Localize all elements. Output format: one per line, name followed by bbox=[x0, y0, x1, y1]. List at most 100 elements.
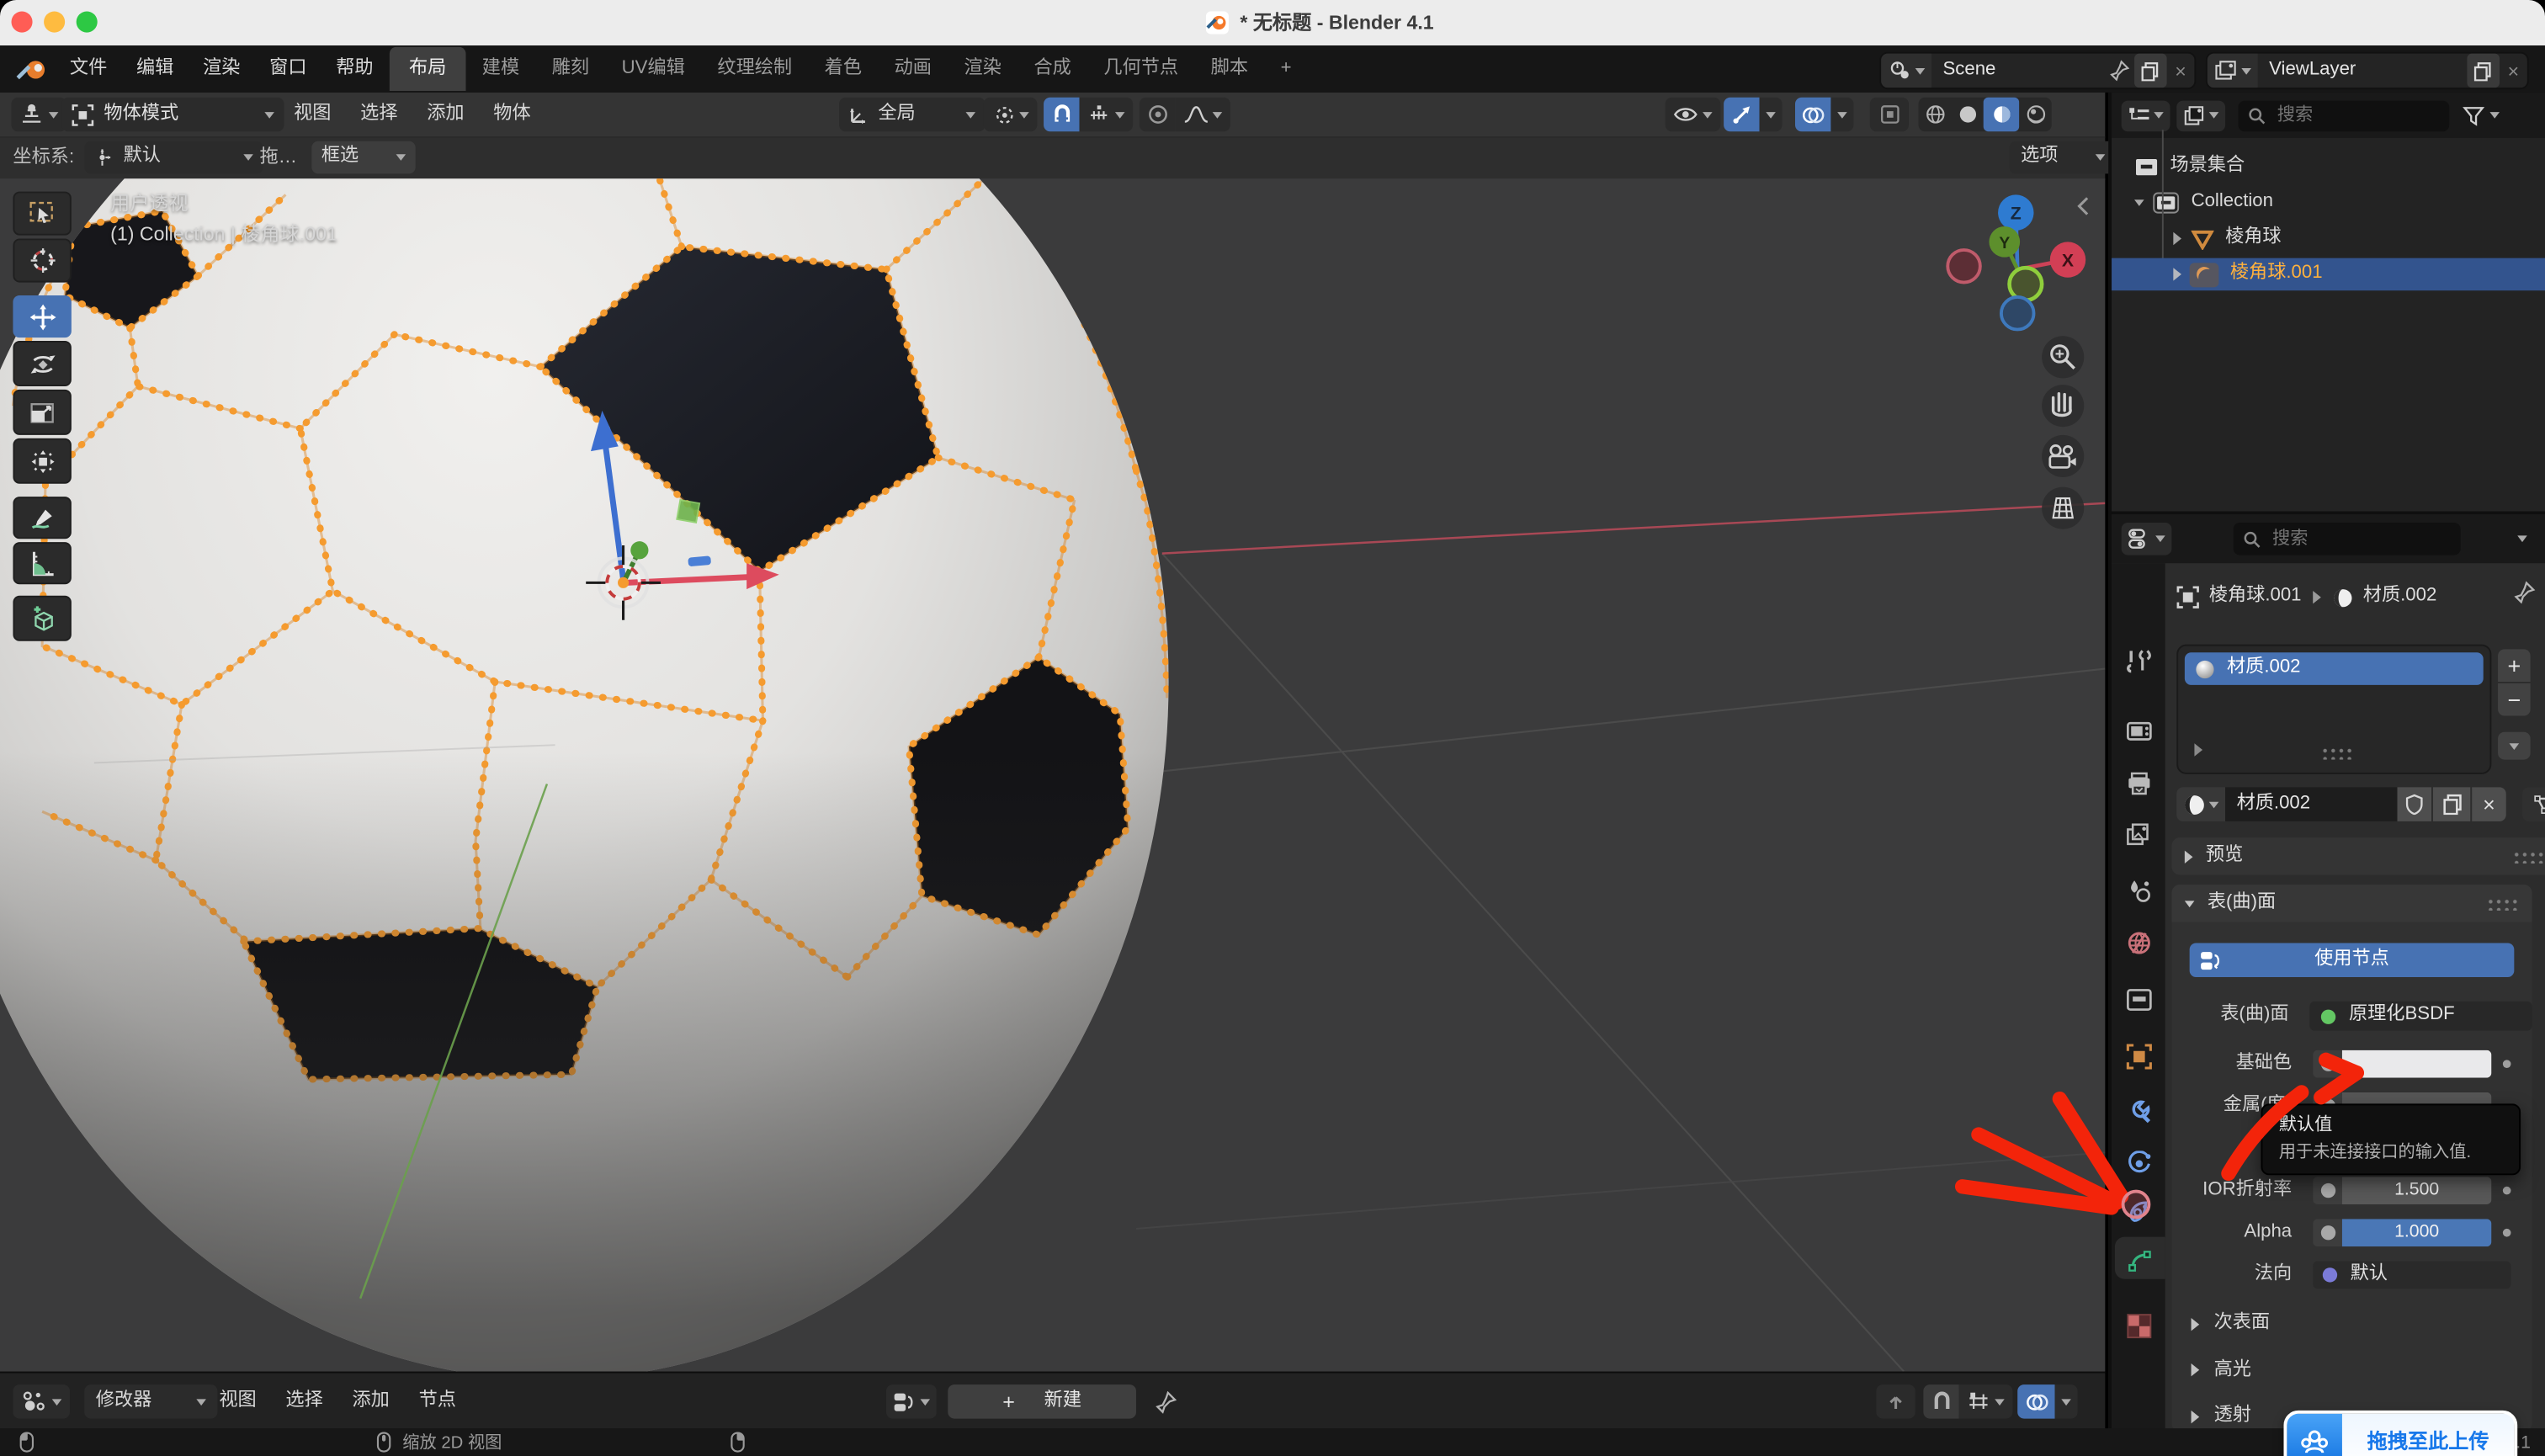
tab-collection[interactable] bbox=[2126, 988, 2152, 1011]
outliner-row-collection[interactable]: Collection bbox=[2134, 189, 2273, 218]
outliner-row-scene-collection[interactable]: 场景集合 bbox=[2134, 152, 2245, 182]
tab-render[interactable] bbox=[2126, 719, 2152, 743]
soccer-ball[interactable] bbox=[0, 178, 1169, 1371]
show-overlays-toggle[interactable] bbox=[1795, 98, 1830, 131]
preview-panel-header[interactable]: 预览 bbox=[2171, 837, 2545, 874]
minimize-window-button[interactable] bbox=[44, 11, 65, 32]
fake-user-button[interactable] bbox=[2397, 787, 2431, 821]
snap-settings-dropdown[interactable] bbox=[1079, 98, 1133, 131]
node-menu-view[interactable]: 视图 bbox=[205, 1392, 271, 1411]
pin-icon[interactable] bbox=[1156, 1391, 1177, 1414]
tab-shading[interactable]: 着色 bbox=[808, 60, 878, 78]
tool-move[interactable] bbox=[13, 295, 71, 337]
node-menu-add[interactable]: 添加 bbox=[337, 1392, 404, 1411]
material-slot-selected[interactable]: 材质.002 bbox=[2185, 652, 2484, 685]
properties-search[interactable] bbox=[2234, 523, 2461, 555]
overlays-dropdown[interactable] bbox=[1830, 98, 1853, 131]
node-editor-type-button[interactable] bbox=[13, 1384, 69, 1419]
properties-options-chevron[interactable] bbox=[2517, 535, 2527, 542]
slot-list-resize-grip[interactable] bbox=[2321, 747, 2354, 759]
options-dropdown[interactable]: 选项 bbox=[2010, 141, 2117, 174]
outliner-editor-type-button[interactable] bbox=[2122, 100, 2170, 131]
tab-texture[interactable] bbox=[2126, 1313, 2152, 1339]
use-nodes-button[interactable]: 使用节点 bbox=[2190, 943, 2515, 977]
mode-dropdown[interactable]: 物体模式 bbox=[61, 98, 284, 131]
gizmo-dropdown[interactable] bbox=[1760, 98, 1783, 131]
tab-modeling[interactable]: 建模 bbox=[465, 60, 535, 78]
tab-uv-editing[interactable]: UV编辑 bbox=[605, 60, 701, 78]
tool-transform[interactable] bbox=[13, 438, 71, 484]
editor-type-button[interactable] bbox=[11, 98, 66, 131]
menu-window[interactable]: 窗口 bbox=[255, 60, 321, 78]
tool-scale[interactable] bbox=[13, 390, 71, 435]
animate-dot-icon[interactable] bbox=[2503, 1229, 2511, 1237]
surface-shader-button[interactable]: 原理化BSDF bbox=[2310, 1002, 2532, 1031]
expand-icon[interactable] bbox=[2173, 268, 2181, 280]
node-overlays-toggle[interactable] bbox=[2017, 1384, 2054, 1419]
viewport-menu-select[interactable]: 选择 bbox=[346, 105, 412, 124]
tab-material-active[interactable] bbox=[2120, 1188, 2153, 1221]
remove-view-layer-button[interactable]: × bbox=[2500, 61, 2527, 80]
node-group-icon-button[interactable] bbox=[886, 1384, 937, 1419]
select-mode-dropdown[interactable]: 框选 bbox=[311, 141, 415, 174]
menu-render[interactable]: 渲染 bbox=[189, 60, 255, 78]
tab-physics[interactable] bbox=[2126, 1150, 2152, 1177]
add-workspace-button[interactable]: + bbox=[1264, 60, 1308, 78]
new-scene-button[interactable] bbox=[2134, 54, 2167, 88]
tab-layout[interactable]: 布局 bbox=[390, 46, 466, 91]
link-material-dropdown[interactable] bbox=[2522, 787, 2545, 821]
slot-list-expand-icon[interactable] bbox=[2194, 743, 2202, 756]
surface-panel-header[interactable]: 表(曲)面 bbox=[2171, 885, 2532, 922]
tab-object-data[interactable] bbox=[2126, 1248, 2152, 1274]
tab-output[interactable] bbox=[2126, 771, 2152, 795]
viewport-menu-add[interactable]: 添加 bbox=[412, 105, 479, 124]
pivot-point-dropdown[interactable] bbox=[984, 98, 1038, 131]
new-node-tree-button[interactable]: + 新建 bbox=[948, 1384, 1136, 1419]
close-window-button[interactable] bbox=[11, 11, 32, 32]
outliner-display-mode-button[interactable] bbox=[2176, 100, 2225, 131]
menu-help[interactable]: 帮助 bbox=[321, 60, 388, 78]
normal-widget[interactable]: 默认 bbox=[2313, 1261, 2510, 1289]
node-snap-settings-dropdown[interactable] bbox=[1959, 1384, 2013, 1419]
navigation-gizmo[interactable]: Z Y X bbox=[1947, 194, 2085, 329]
visibility-dropdown[interactable] bbox=[1666, 98, 1721, 131]
breadcrumb-material[interactable]: 材质.002 bbox=[2363, 588, 2437, 607]
proportional-falloff-dropdown[interactable] bbox=[1175, 98, 1230, 131]
node-snap-toggle[interactable] bbox=[1923, 1384, 1958, 1419]
animate-dot-icon[interactable] bbox=[2503, 1060, 2511, 1068]
go-to-parent-node-button[interactable] bbox=[1876, 1384, 1915, 1419]
viewport-menu-object[interactable]: 物体 bbox=[479, 105, 545, 124]
tool-rotate[interactable] bbox=[13, 341, 71, 386]
zoom-window-button[interactable] bbox=[77, 11, 98, 32]
tab-texture-paint[interactable]: 纹理绘制 bbox=[701, 60, 808, 78]
outliner-row-object1[interactable]: 棱角球 bbox=[2173, 224, 2281, 253]
material-slot-specials-button[interactable] bbox=[2498, 732, 2531, 760]
tab-tool[interactable] bbox=[2126, 647, 2152, 673]
tool-select-box[interactable] bbox=[13, 192, 71, 236]
tab-sculpting[interactable]: 雕刻 bbox=[535, 60, 605, 78]
menu-edit[interactable]: 编辑 bbox=[122, 60, 189, 78]
transform-orientation-dropdown[interactable]: 全局 bbox=[839, 98, 986, 131]
tab-modifiers[interactable] bbox=[2126, 1099, 2152, 1125]
show-gizmo-toggle[interactable] bbox=[1724, 98, 1759, 131]
shading-material-button[interactable] bbox=[1984, 98, 2019, 131]
expand-icon[interactable] bbox=[2173, 232, 2181, 245]
tab-animation[interactable]: 动画 bbox=[878, 60, 948, 78]
unlink-material-button[interactable]: × bbox=[2472, 787, 2506, 821]
base-color-widget[interactable] bbox=[2313, 1050, 2491, 1078]
tab-view-layer[interactable] bbox=[2126, 823, 2152, 848]
alpha-slider[interactable]: 1.000 bbox=[2313, 1219, 2491, 1246]
coord-system-dropdown[interactable]: 默认 bbox=[84, 141, 263, 174]
properties-editor-type-button[interactable] bbox=[2122, 523, 2172, 555]
node-menu-node[interactable]: 节点 bbox=[404, 1392, 470, 1411]
base-color-swatch[interactable] bbox=[2342, 1050, 2491, 1078]
snap-toggle[interactable] bbox=[1044, 98, 1079, 131]
tool-measure[interactable] bbox=[13, 542, 71, 584]
tab-geometry-nodes[interactable]: 几何节点 bbox=[1087, 60, 1194, 78]
node-tree-type-dropdown[interactable]: 修改器 bbox=[84, 1384, 217, 1419]
ior-slider[interactable]: 1.500 bbox=[2313, 1177, 2491, 1204]
tab-compositing[interactable]: 合成 bbox=[1017, 60, 1087, 78]
outliner-filter-button[interactable] bbox=[2463, 104, 2500, 125]
unlink-scene-button[interactable]: × bbox=[2167, 61, 2195, 80]
node-menu-select[interactable]: 选择 bbox=[271, 1392, 337, 1411]
